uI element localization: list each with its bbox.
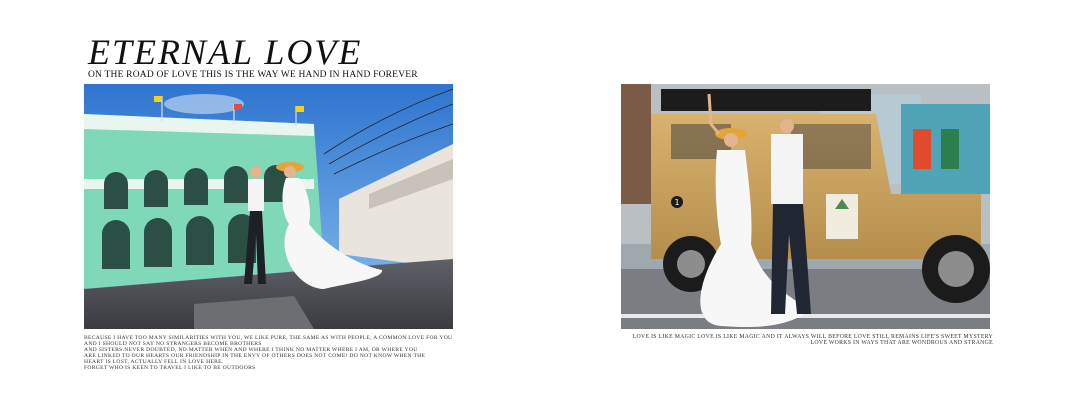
- page-subtitle: ON THE ROAD OF LOVE THIS IS THE WAY WE H…: [88, 70, 418, 80]
- caption-right: Love is like magic Love is like magic an…: [613, 334, 993, 347]
- caption-left: Because I have too many similarities wit…: [84, 335, 464, 372]
- photo-left: [84, 84, 453, 329]
- jeep-number: 1: [674, 198, 679, 207]
- caption-line: forget who is keen to travel I like to b…: [84, 365, 256, 372]
- jeep-scene-image: 1: [621, 84, 990, 329]
- photo-right: 1: [621, 84, 990, 329]
- page-title: ETERNAL LOVE: [88, 32, 363, 72]
- caption-line: Love works in ways that are wondrous and…: [810, 340, 993, 347]
- street-scene-image: [84, 84, 453, 329]
